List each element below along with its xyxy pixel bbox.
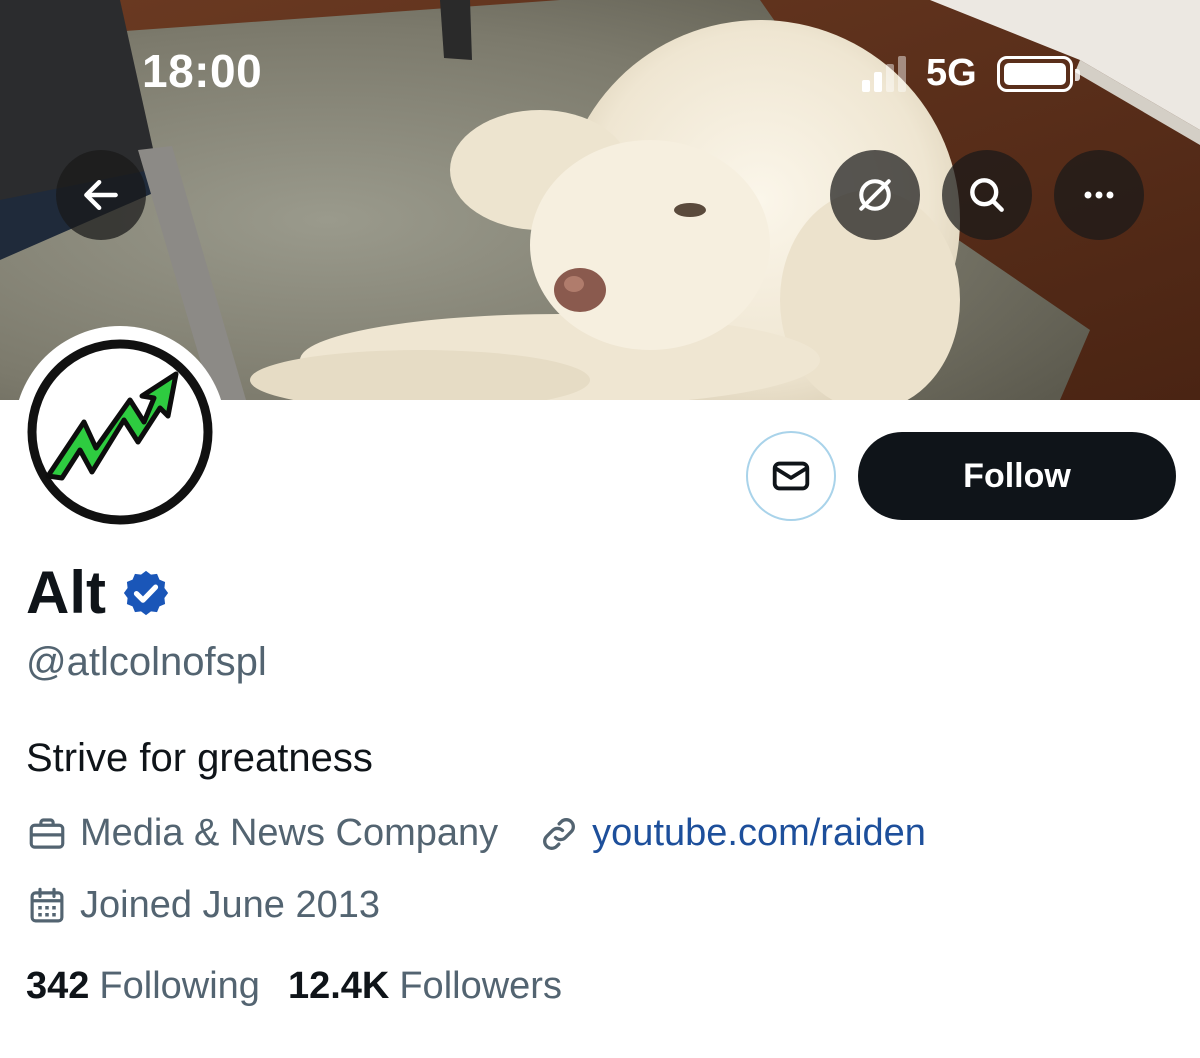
display-name: Alt	[26, 559, 106, 626]
translate-button[interactable]	[830, 150, 920, 240]
search-icon	[970, 178, 1004, 212]
profile-avatar[interactable]	[14, 326, 226, 538]
followers-count[interactable]: 12.4K	[288, 965, 389, 1008]
briefcase-icon	[29, 817, 65, 849]
follow-button[interactable]: Follow	[858, 432, 1176, 520]
following-label[interactable]: Following	[99, 965, 260, 1008]
battery-icon	[996, 55, 1080, 92]
signal-icon	[862, 55, 906, 92]
name-row: Alt	[26, 558, 172, 627]
network-type: 5G	[926, 52, 977, 94]
calendar-icon	[30, 887, 64, 922]
profile-meta-row: Media & News Company youtube.com/raiden	[26, 812, 926, 855]
profile-bio: Strive for greatness	[26, 736, 373, 780]
follow-stats: 342 Following 12.4K Followers	[26, 965, 562, 1008]
globe-slash-icon	[859, 179, 891, 211]
verified-badge-icon[interactable]	[120, 567, 172, 619]
more-button[interactable]	[1054, 150, 1144, 240]
status-time: 18:00	[142, 45, 263, 97]
followers-label[interactable]: Followers	[399, 965, 562, 1008]
search-button[interactable]	[942, 150, 1032, 240]
envelope-icon	[772, 461, 810, 491]
following-count[interactable]: 342	[26, 965, 89, 1008]
status-indicators: 5G	[862, 52, 1080, 95]
back-button[interactable]	[56, 150, 146, 240]
profile-category: Media & News Company	[80, 812, 499, 854]
link-icon	[543, 817, 576, 850]
arrow-left-icon	[84, 179, 118, 211]
message-button[interactable]	[746, 431, 836, 521]
profile-website-link[interactable]: youtube.com/raiden	[592, 812, 926, 855]
profile-joined-row: Joined June 2013	[26, 884, 380, 927]
more-dots-icon	[1084, 191, 1114, 199]
trending-up-arrow-logo	[27, 339, 213, 525]
profile-joined-date: Joined June 2013	[80, 884, 381, 926]
profile-handle: @atlcolnofspl	[26, 640, 267, 684]
